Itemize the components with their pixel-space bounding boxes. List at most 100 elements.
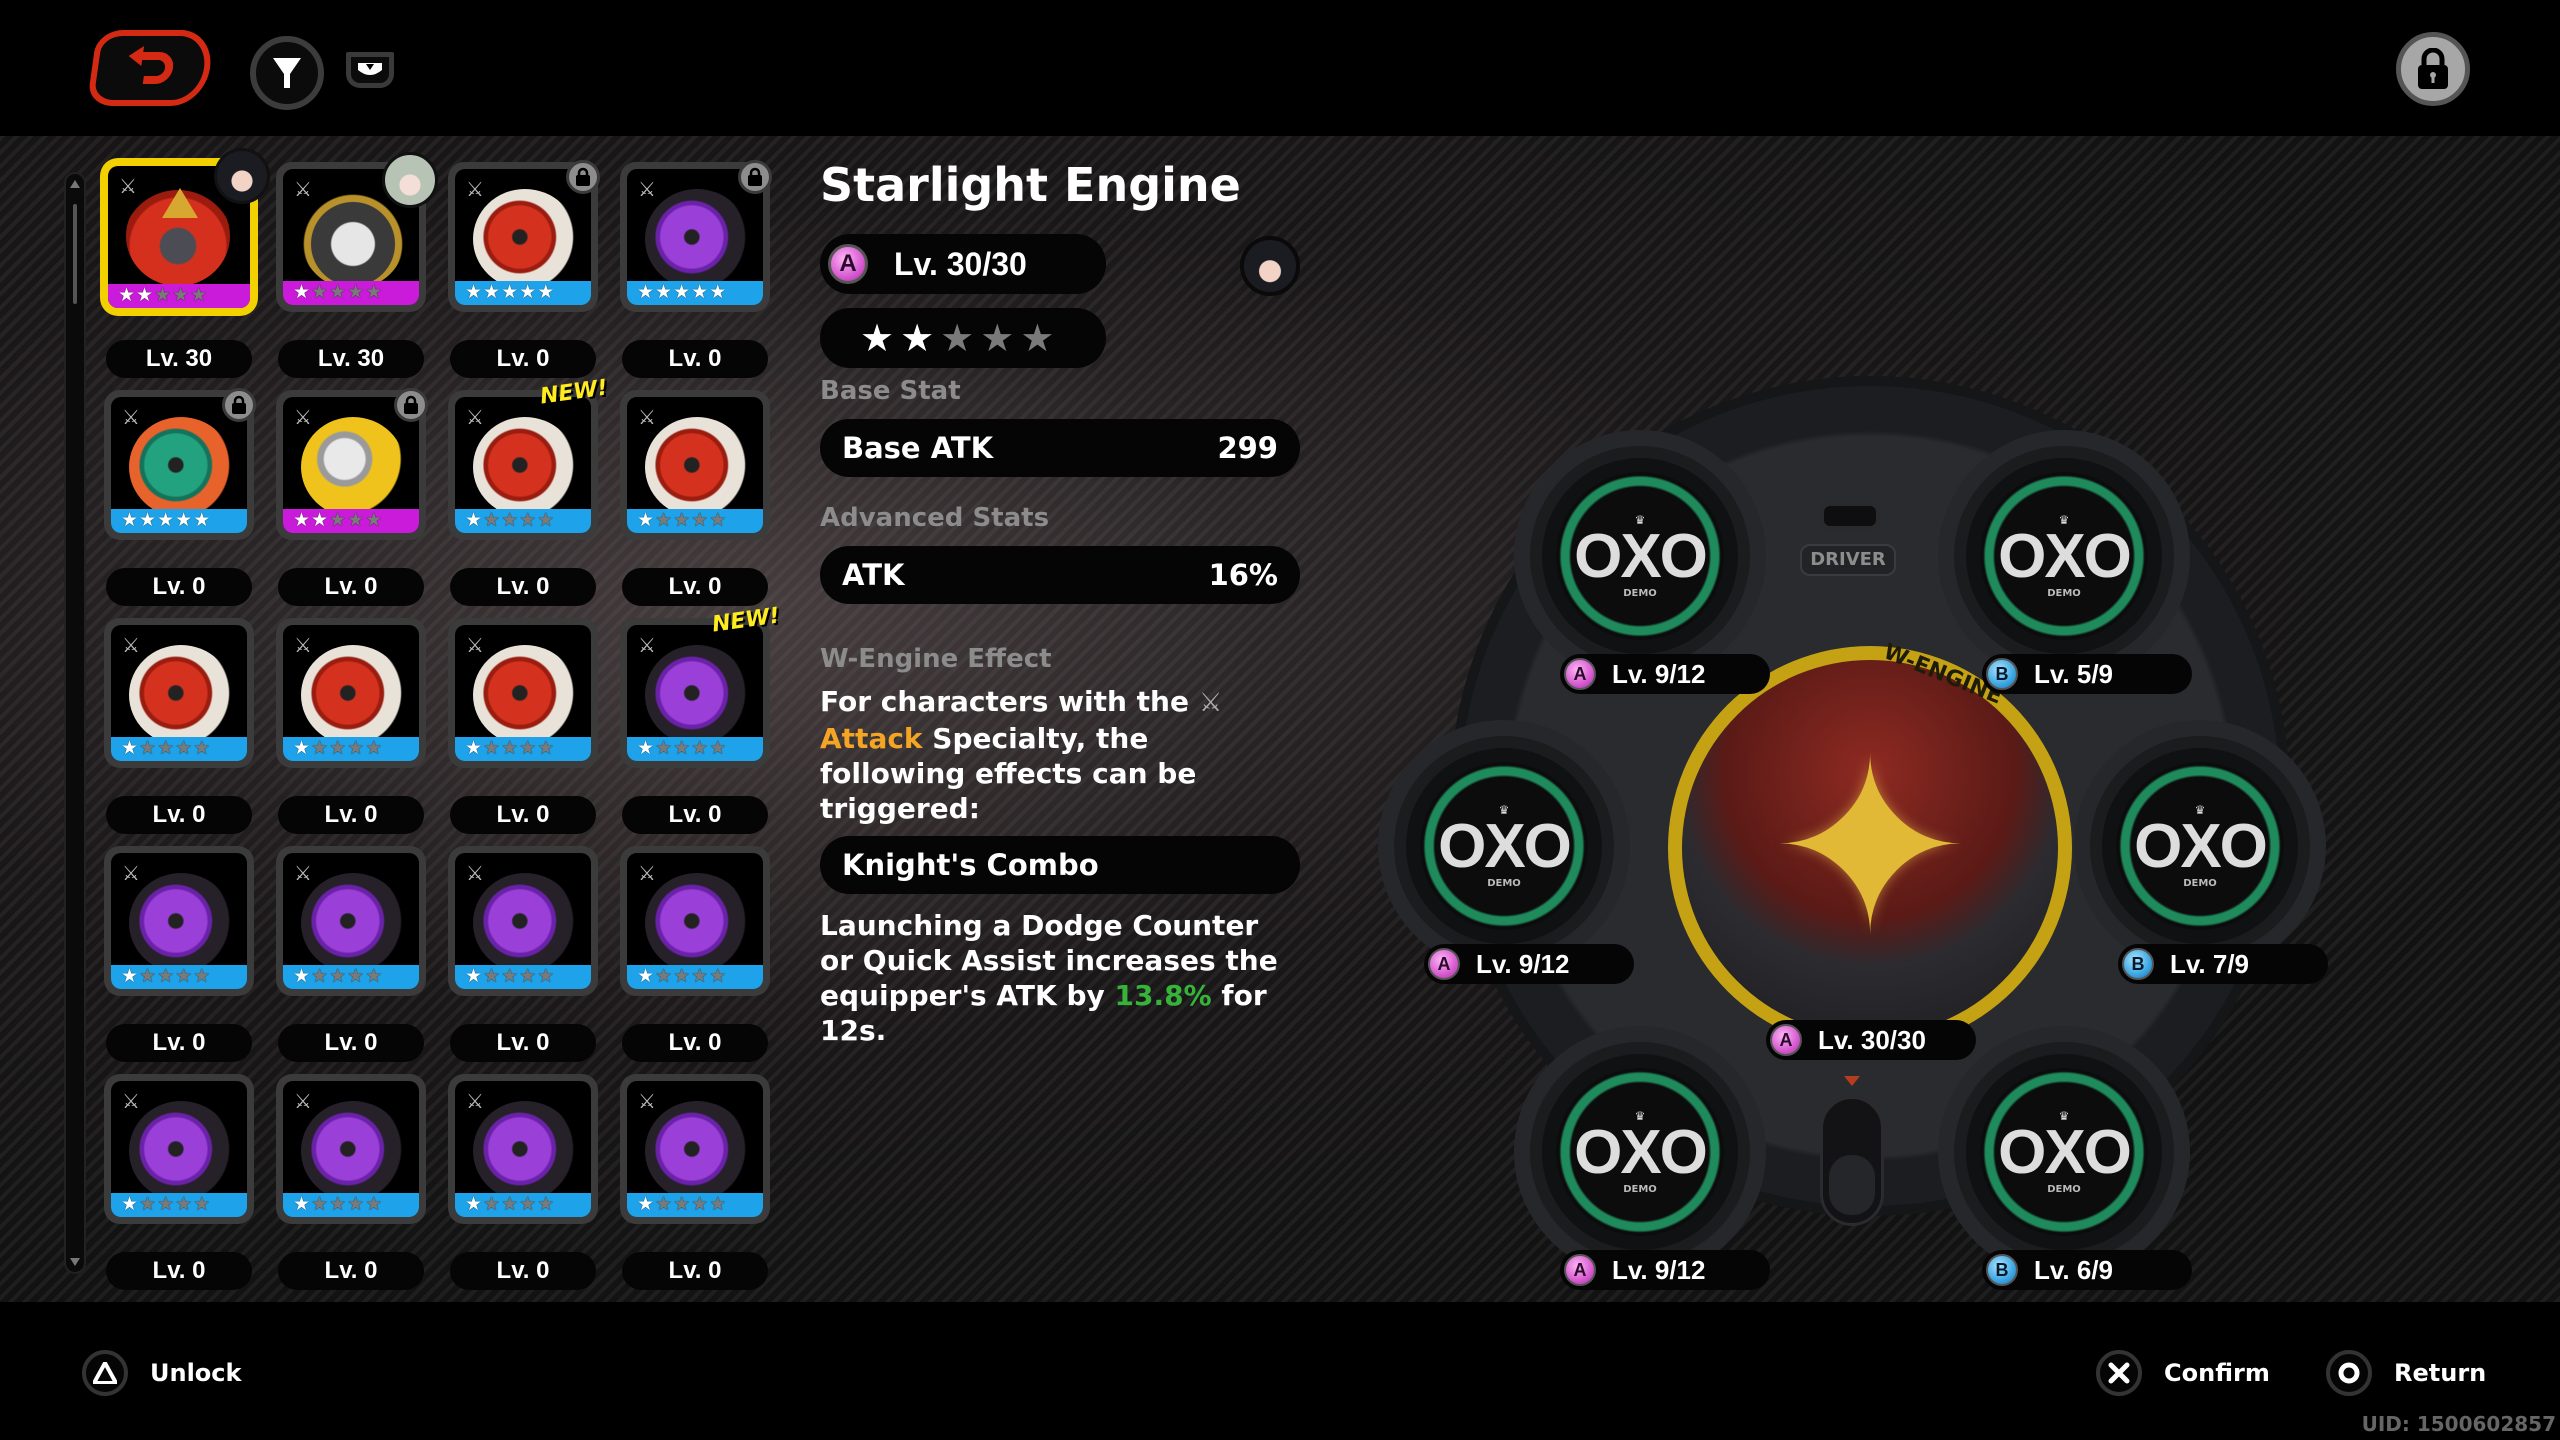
w-engine-card[interactable]: ⚔ ★ ★ ★ ★ ★ Lv. 0 bbox=[272, 384, 430, 612]
star-rating: ★ ★ ★ ★ ★ bbox=[637, 737, 726, 759]
star-empty-icon: ★ bbox=[940, 316, 975, 360]
star-filled-icon: ★ bbox=[900, 316, 935, 360]
rank-a-icon: A bbox=[1428, 948, 1460, 980]
star-empty-icon: ★ bbox=[157, 1193, 175, 1215]
star-filled-icon: ★ bbox=[537, 281, 555, 303]
star-empty-icon: ★ bbox=[691, 1193, 709, 1215]
card-level: Lv. 0 bbox=[622, 340, 768, 378]
equipped-agent-avatar[interactable] bbox=[1240, 236, 1300, 296]
card-art-area: ⚔ ★ ★ ★ ★ ★ bbox=[455, 397, 591, 533]
w-engine-card[interactable]: ⚔ ★ ★ ★ ★ ★ Lv. 0 bbox=[444, 1068, 602, 1296]
star-empty-icon: ★ bbox=[193, 737, 211, 759]
user-id: UID: 1500602857 bbox=[2361, 1412, 2556, 1436]
sort-dropdown-button[interactable] bbox=[346, 52, 394, 88]
unlock-label: Unlock bbox=[150, 1359, 242, 1387]
w-engine-card[interactable]: ⚔ ★ ★ ★ ★ ★ Lv. 0 bbox=[616, 1068, 774, 1296]
card-frame: ⚔ ★ ★ ★ ★ ★ bbox=[276, 846, 426, 996]
drive-disc-slot-top-left[interactable]: ♛ OXO DEMO bbox=[1530, 446, 1750, 666]
star-filled-icon: ★ bbox=[193, 509, 211, 531]
scroll-up-icon[interactable] bbox=[70, 180, 80, 188]
drive-disc-slot-bottom-left[interactable]: ♛ OXO DEMO bbox=[1530, 1042, 1750, 1262]
return-hint[interactable]: Return bbox=[2326, 1350, 2486, 1396]
w-engine-card[interactable]: ⚔ ★ ★ ★ ★ ★ Lv. 0 bbox=[616, 156, 774, 384]
star-filled-icon: ★ bbox=[465, 281, 483, 303]
driver-toggle-switch[interactable] bbox=[1820, 1096, 1884, 1226]
unlock-hint[interactable]: Unlock bbox=[82, 1350, 241, 1396]
star-rating: ★ ★ ★ ★ ★ bbox=[121, 965, 210, 987]
w-engine-card[interactable]: ⚔ ★ ★ ★ ★ ★ Lv. 0 bbox=[616, 384, 774, 612]
star-empty-icon: ★ bbox=[347, 509, 365, 531]
card-art-area: ⚔ ★ ★ ★ ★ ★ bbox=[627, 1081, 763, 1217]
equipped-agent-avatar bbox=[214, 148, 270, 204]
w-engine-art bbox=[473, 645, 577, 745]
star-empty-icon: ★ bbox=[193, 1193, 211, 1215]
w-engine-card[interactable]: ⚔ ★ ★ ★ ★ ★ Lv. 0 bbox=[272, 612, 430, 840]
disc-level-pill: A Lv. 9/12 bbox=[1560, 1250, 1770, 1290]
inventory-scrollbar[interactable] bbox=[64, 172, 86, 1274]
drive-disc-slot-bottom-right[interactable]: ♛ OXO DEMO bbox=[1954, 1042, 2174, 1262]
w-engine-card[interactable]: ⚔ ★ ★ ★ ★ ★ Lv. 30 bbox=[272, 152, 438, 384]
w-engine-card[interactable]: ⚔ ★ ★ ★ ★ ★ Lv. 0 bbox=[272, 840, 430, 1068]
engine-star-rating: ★ ★ ★ ★ ★ bbox=[820, 308, 1106, 368]
starlight-star-icon: ✦ bbox=[1769, 708, 1971, 988]
return-label: Return bbox=[2394, 1359, 2487, 1387]
w-engine-card[interactable]: ⚔ ★ ★ ★ ★ ★ Lv. 30 bbox=[100, 148, 270, 384]
star-rating: ★ ★ ★ ★ ★ bbox=[637, 1193, 726, 1215]
star-filled-icon: ★ bbox=[709, 281, 727, 303]
attack-specialty-icon: ⚔ bbox=[294, 405, 312, 429]
w-engine-card[interactable]: ⚔ ★ ★ ★ ★ ★ Lv. 0 bbox=[100, 384, 258, 612]
w-engine-grid: ⚔ ★ ★ ★ ★ ★ Lv. 30 ⚔ ★ ★ ★ ★ ★ Lv. 30 ⚔ … bbox=[100, 148, 790, 1296]
w-engine-card[interactable]: ⚔ ★ ★ ★ ★ ★ NEW! Lv. 0 bbox=[444, 375, 609, 612]
back-button[interactable] bbox=[86, 30, 216, 106]
attack-specialty-icon: ⚔ bbox=[638, 633, 656, 657]
toggle-arrow-icon bbox=[1844, 1076, 1860, 1086]
card-level: Lv. 0 bbox=[450, 1252, 596, 1290]
w-engine-card[interactable]: ⚔ ★ ★ ★ ★ ★ Lv. 0 bbox=[616, 840, 774, 1068]
star-empty-icon: ★ bbox=[329, 1193, 347, 1215]
w-engine-card[interactable]: ⚔ ★ ★ ★ ★ ★ NEW! Lv. 0 bbox=[616, 603, 781, 840]
scroll-thumb[interactable] bbox=[73, 204, 77, 304]
lock-icon bbox=[738, 160, 772, 194]
w-engine-card[interactable]: ⚔ ★ ★ ★ ★ ★ Lv. 0 bbox=[444, 612, 602, 840]
card-frame: ⚔ ★ ★ ★ ★ ★ bbox=[448, 1074, 598, 1224]
star-empty-icon: ★ bbox=[483, 965, 501, 987]
disc-logo: OXO bbox=[1998, 1117, 2132, 1187]
scroll-down-icon[interactable] bbox=[70, 1258, 80, 1266]
toggle-knob[interactable] bbox=[1829, 1155, 1875, 1215]
star-empty-icon: ★ bbox=[709, 737, 727, 759]
w-engine-art bbox=[129, 645, 233, 745]
w-engine-card[interactable]: ⚔ ★ ★ ★ ★ ★ Lv. 0 bbox=[100, 1068, 258, 1296]
card-level: Lv. 0 bbox=[278, 1252, 424, 1290]
star-empty-icon: ★ bbox=[655, 737, 673, 759]
specialty-highlight: Attack bbox=[820, 722, 923, 755]
star-empty-icon: ★ bbox=[1020, 316, 1055, 360]
drive-disc-slot-mid-right[interactable]: ♛ OXO DEMO bbox=[2090, 736, 2310, 956]
card-frame: ⚔ ★ ★ ★ ★ ★ bbox=[276, 388, 428, 540]
disc-sub-label: DEMO bbox=[1623, 587, 1657, 599]
w-engine-card[interactable]: ⚔ ★ ★ ★ ★ ★ Lv. 0 bbox=[100, 612, 258, 840]
equipped-w-engine[interactable]: ✦ bbox=[1668, 646, 2072, 1050]
star-empty-icon: ★ bbox=[139, 965, 157, 987]
rank-b-icon: B bbox=[1986, 658, 2018, 690]
top-bar bbox=[0, 0, 2560, 136]
w-engine-card[interactable]: ⚔ ★ ★ ★ ★ ★ Lv. 0 bbox=[272, 1068, 430, 1296]
w-engine-card[interactable]: ⚔ ★ ★ ★ ★ ★ Lv. 0 bbox=[444, 156, 602, 384]
star-empty-icon: ★ bbox=[537, 509, 555, 531]
card-frame: ⚔ ★ ★ ★ ★ ★ bbox=[104, 846, 254, 996]
card-level: Lv. 0 bbox=[450, 1024, 596, 1062]
star-filled-icon: ★ bbox=[637, 1193, 655, 1215]
drive-disc-slot-mid-left[interactable]: ♛ OXO DEMO bbox=[1394, 736, 1614, 956]
engine-level: Lv. 30/30 bbox=[894, 245, 1027, 282]
card-level: Lv. 0 bbox=[450, 796, 596, 834]
w-engine-art bbox=[301, 1101, 405, 1201]
disc-level: Lv. 5/9 bbox=[2034, 658, 2114, 689]
w-engine-card[interactable]: ⚔ ★ ★ ★ ★ ★ Lv. 0 bbox=[100, 840, 258, 1068]
confirm-hint[interactable]: Confirm bbox=[2096, 1350, 2270, 1396]
star-empty-icon: ★ bbox=[157, 737, 175, 759]
w-engine-card[interactable]: ⚔ ★ ★ ★ ★ ★ Lv. 0 bbox=[444, 840, 602, 1068]
w-engine-art bbox=[645, 189, 749, 289]
lock-toggle-button[interactable] bbox=[2396, 32, 2470, 106]
drive-disc-slot-top-right[interactable]: ♛ OXO DEMO bbox=[1954, 446, 2174, 666]
filter-button[interactable] bbox=[250, 36, 324, 110]
triangle-button-icon bbox=[82, 1350, 128, 1396]
